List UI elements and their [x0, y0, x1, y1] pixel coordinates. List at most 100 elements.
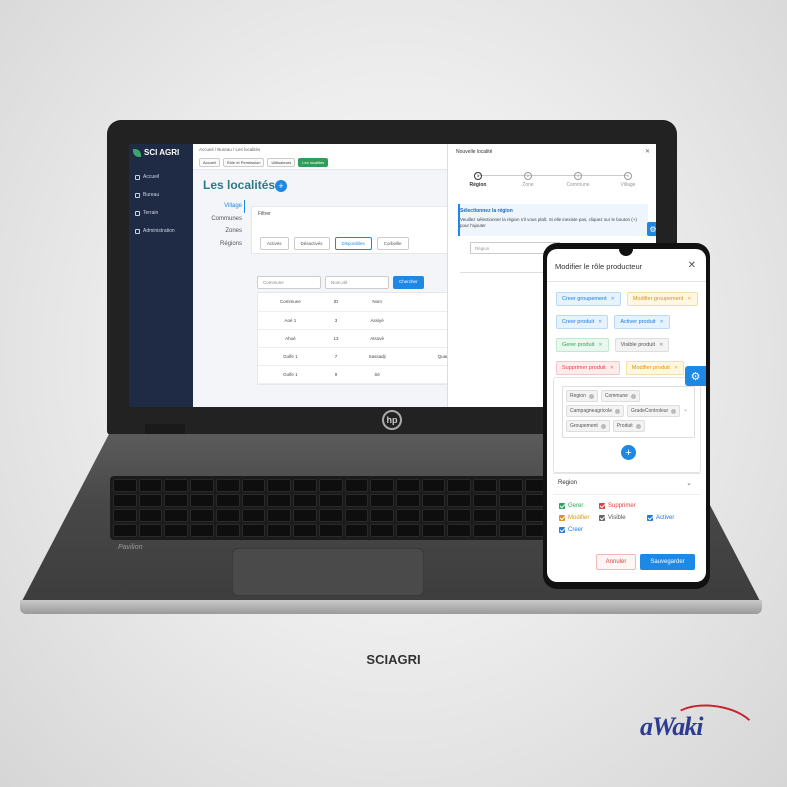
add-localite-button[interactable]: +	[275, 180, 287, 192]
search-input[interactable]: Nom,clé	[325, 276, 389, 289]
tag-gerer-produit[interactable]: Gerer produit ✕	[556, 338, 609, 352]
filter-corbeille-button[interactable]: Corbeille	[376, 237, 409, 250]
checkbox-creer[interactable]: Creer	[559, 527, 599, 533]
checkbox-gerer[interactable]: Gerer	[559, 503, 599, 509]
tag-creer-produit[interactable]: Creer produit ✕	[556, 315, 609, 329]
add-button[interactable]: +	[621, 445, 636, 460]
tag-modifier-groupement[interactable]: Modifier groupement ✕	[626, 292, 698, 306]
checkbox-visible[interactable]: Visible	[599, 515, 647, 521]
keyboard-key	[138, 509, 163, 522]
checkbox-icon[interactable]	[559, 503, 565, 509]
checkbox-icon[interactable]	[599, 503, 605, 509]
remove-icon[interactable]	[630, 393, 636, 399]
step-zone[interactable]: 2 Zone	[508, 172, 548, 188]
remove-icon[interactable]: ✕	[674, 365, 678, 371]
keyboard-key	[421, 524, 446, 537]
sidebar-item-label: Administration	[143, 228, 175, 234]
step-commune[interactable]: 3 Commune	[558, 172, 598, 188]
keyboard-key	[215, 509, 240, 522]
remove-icon[interactable]: ✕	[598, 342, 602, 348]
chevron-down-icon[interactable]: ⌄	[683, 406, 688, 413]
checkbox-activer[interactable]: Activer	[647, 515, 695, 521]
chip[interactable]: Groupement	[566, 420, 610, 432]
remove-icon[interactable]: ✕	[610, 365, 614, 371]
keyboard-key	[344, 479, 369, 492]
entity-multiselect[interactable]: Region Commune Campagneagricole GradeCon…	[562, 386, 695, 438]
filter-disponibles-button[interactable]: Disponibles	[334, 237, 372, 250]
chip[interactable]: Region	[566, 390, 598, 402]
step-village[interactable]: 4 Village	[608, 172, 648, 188]
cell: Golfe 1	[258, 365, 323, 384]
checkbox-icon[interactable]	[647, 515, 653, 521]
remove-icon[interactable]	[635, 423, 641, 429]
search-row: Commune Nom,clé Chercher	[257, 276, 424, 289]
keyboard-key	[241, 509, 266, 522]
tab-utilisateurs[interactable]: Utilisateurs	[267, 158, 296, 167]
keyboard-key	[370, 509, 394, 522]
step-region[interactable]: 1 Région	[458, 172, 498, 188]
tab-roles[interactable]: Rôle et Permission	[222, 158, 265, 167]
chevron-down-icon[interactable]: ⌄	[686, 479, 692, 487]
remove-icon[interactable]	[600, 423, 606, 429]
keyboard-key	[473, 494, 497, 507]
app-logo[interactable]: SCI AGRI	[133, 148, 179, 157]
close-icon[interactable]: ✕	[688, 260, 696, 271]
chip[interactable]: Commune	[600, 390, 640, 402]
commune-select[interactable]: Commune	[257, 276, 321, 289]
keyboard-key	[447, 494, 472, 507]
checkbox-modifier[interactable]: Modifier	[559, 515, 599, 521]
nav-village[interactable]: Village	[199, 200, 245, 213]
tab-localites[interactable]: Les localités	[298, 158, 329, 167]
checkbox-supprimer[interactable]: Supprimer	[599, 503, 647, 509]
tag-modifier-produit[interactable]: Modifier produit ✕	[625, 361, 685, 375]
remove-icon[interactable]: ✕	[598, 319, 602, 325]
sidebar-item-terrain[interactable]: Terrain	[135, 210, 158, 216]
sidebar-item-administration[interactable]: Administration	[135, 228, 175, 234]
tab-accueil[interactable]: Accueil	[199, 158, 220, 167]
keyboard-key	[113, 479, 137, 492]
checkbox-icon[interactable]	[559, 515, 565, 521]
keyboard-key	[190, 479, 214, 492]
remove-icon[interactable]	[671, 408, 677, 414]
tag-activer-produit[interactable]: Activer produit ✕	[614, 315, 670, 329]
permission-checkboxes: Gerer Supprimer Modifier Visible Activer…	[559, 503, 699, 533]
nav-zones[interactable]: Zones	[199, 225, 245, 238]
nav-regions[interactable]: Régions	[199, 238, 245, 251]
brand-logo: aWaki	[640, 712, 703, 741]
gear-icon[interactable]: ⚙	[647, 222, 656, 236]
tag-supprimer-produit[interactable]: Supprimer produit ✕	[556, 361, 620, 375]
tag-visible-produit[interactable]: Visible produit ✕	[614, 338, 670, 352]
cancel-button[interactable]: Annuler	[596, 554, 636, 570]
remove-icon[interactable]: ✕	[687, 296, 691, 302]
remove-icon[interactable]: ✕	[659, 319, 663, 325]
search-button[interactable]: Chercher	[393, 276, 424, 289]
filter-actives-button[interactable]: Activés	[260, 237, 289, 250]
nav-communes[interactable]: Communes	[199, 213, 245, 226]
keyboard-key	[395, 509, 420, 522]
remove-icon[interactable]	[588, 393, 594, 399]
checkbox-icon[interactable]	[559, 527, 565, 533]
remove-icon[interactable]	[614, 408, 620, 414]
checkbox-label: Activer	[656, 515, 675, 521]
checkbox-label: Supprimer	[608, 503, 636, 509]
chip[interactable]: Produit	[612, 420, 645, 432]
close-icon[interactable]: ✕	[645, 148, 650, 155]
leaf-icon	[133, 148, 141, 157]
chip[interactable]: GradeControleur	[626, 405, 681, 417]
keyboard-key	[395, 494, 420, 507]
checkbox-icon[interactable]	[599, 515, 605, 521]
save-button[interactable]: Sauvegarder	[640, 554, 695, 570]
chip-label: GradeControleur	[630, 408, 669, 414]
chip[interactable]: Campagneagricole	[566, 405, 624, 417]
sidebar-item-accueil[interactable]: Accueil	[135, 174, 159, 180]
remove-icon[interactable]: ✕	[611, 296, 615, 302]
keyboard-key	[241, 524, 266, 537]
keyboard-key	[293, 524, 317, 537]
step-number: 2	[524, 172, 532, 180]
remove-icon[interactable]: ✕	[659, 342, 663, 348]
keyboard-key	[164, 479, 189, 492]
sidebar-item-bureau[interactable]: Bureau	[135, 192, 159, 198]
filter-desactives-button[interactable]: Désactivés	[293, 237, 330, 250]
tag-creer-groupement[interactable]: Creer groupement ✕	[556, 292, 621, 306]
modal-title: Modifier le rôle producteur	[555, 262, 643, 271]
